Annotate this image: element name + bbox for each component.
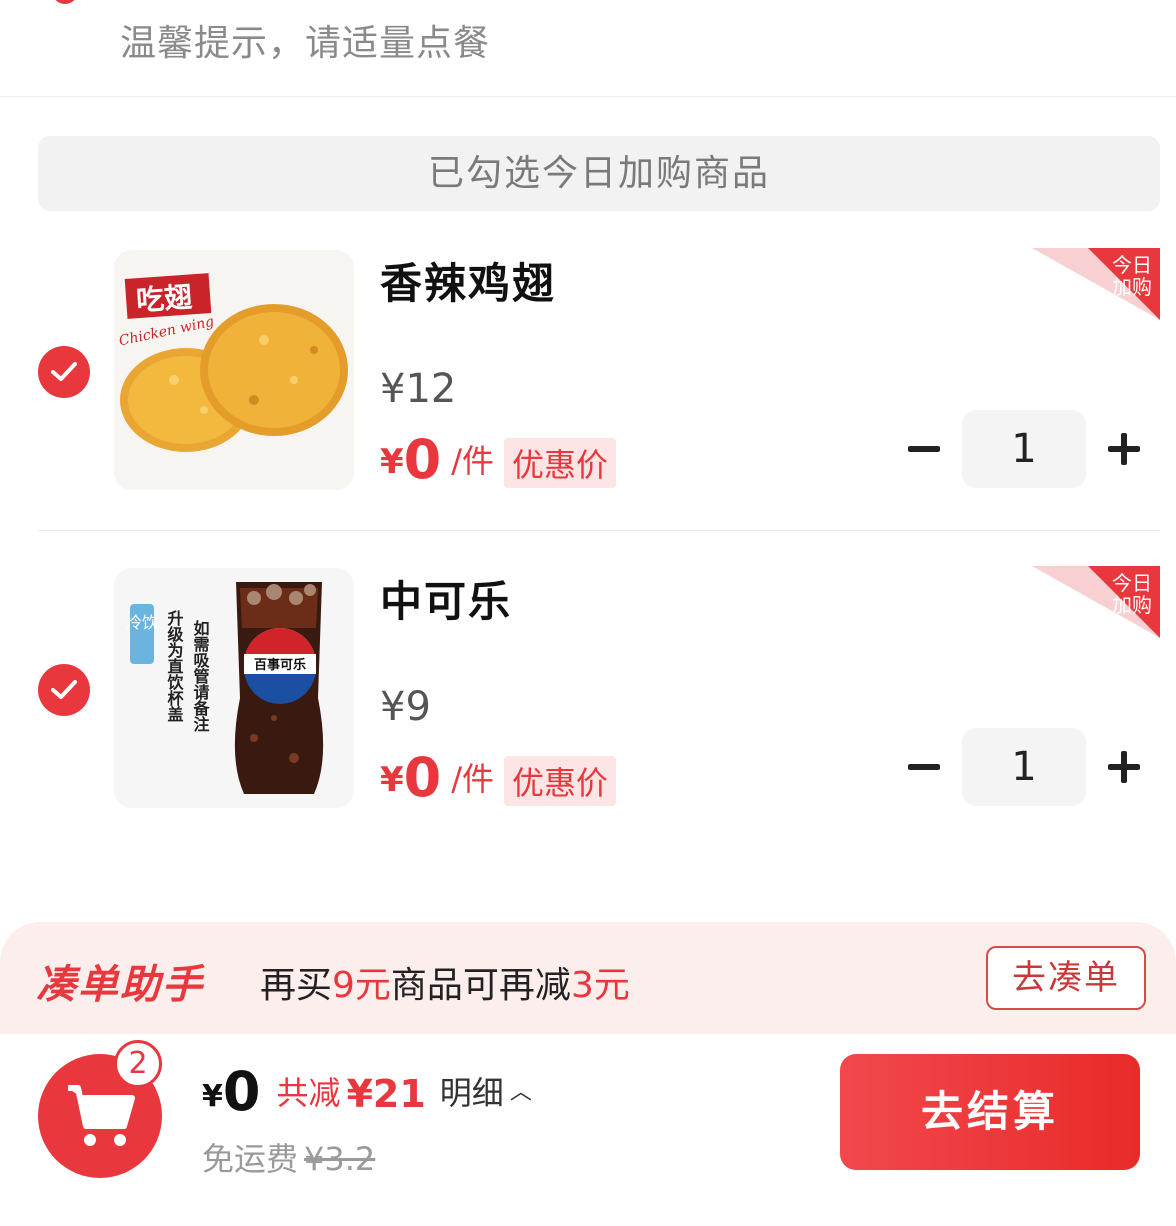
helper-msg-discount: 3元 [570, 965, 630, 1006]
cola-image: 冷饮 如需吸管请备注 升级为直饮杯盖 百事可乐 [114, 568, 354, 808]
chicken-wings-image: 吃翅 Chicken wing [114, 250, 354, 490]
image-note-2: 升级为直饮杯盖 [165, 610, 185, 722]
helper-msg-amount: 9元 [332, 965, 391, 1006]
tip-indicator [52, 0, 78, 4]
item-original-price: ¥9 [380, 684, 431, 730]
increase-button[interactable] [1102, 410, 1150, 488]
today-addon-tag: 今日 加购 [1032, 566, 1160, 638]
item-divider [38, 530, 1160, 531]
saved-label: 共减 [276, 1074, 341, 1112]
chevron-up-icon[interactable]: ︿ [510, 1074, 532, 1106]
helper-msg-middle: 商品可再减 [390, 965, 571, 1006]
item-image[interactable]: 冷饮 如需吸管请备注 升级为直饮杯盖 百事可乐 [114, 568, 354, 808]
item-original-price: ¥12 [380, 366, 457, 412]
deal-currency: ¥ [380, 442, 404, 482]
detail-toggle[interactable]: 明细 [440, 1068, 504, 1114]
quantity-value[interactable]: 1 [962, 410, 1086, 488]
deal-unit: /件 [451, 442, 495, 480]
quantity-value[interactable]: 1 [962, 728, 1086, 806]
checkout-bar: 2 ¥ 0 共减 ¥21 明细 ︿ 免运费 ¥3.2 去结算 [0, 1034, 1176, 1226]
item-image[interactable]: 吃翅 Chicken wing [114, 250, 354, 490]
total-currency: ¥ [202, 1079, 223, 1114]
increase-button[interactable] [1102, 728, 1150, 806]
item-checkbox[interactable] [38, 346, 90, 398]
deal-unit: /件 [451, 760, 495, 798]
check-icon [51, 680, 77, 699]
order-helper-bar: 凑单助手 再买9元商品可再减3元 去凑单 [0, 922, 1176, 1034]
checkout-button[interactable]: 去结算 [840, 1054, 1140, 1170]
tag-text: 今日 加购 [1112, 571, 1152, 617]
tip-text: 温馨提示，请适量点餐 [120, 23, 491, 64]
deal-currency: ¥ [380, 760, 404, 800]
image-brand: 百事可乐 [254, 657, 306, 673]
image-note-1: 如需吸管请备注 [191, 619, 211, 733]
decrease-button[interactable] [900, 728, 948, 806]
image-caption: 冷饮 [126, 613, 158, 632]
shipping-info: 免运费 ¥3.2 [202, 1134, 375, 1180]
cart-icon [68, 1085, 135, 1146]
deal-amount: 0 [403, 428, 442, 491]
check-icon [51, 362, 77, 381]
helper-logo: 凑单助手 [36, 962, 204, 1008]
quantity-stepper: 1 [900, 728, 1150, 806]
total-amount: 0 [222, 1060, 261, 1123]
discount-badge: 优惠价 [504, 756, 617, 806]
shipping-label: 免运费 [202, 1140, 299, 1178]
helper-msg-prefix: 再买 [260, 965, 333, 1006]
quantity-stepper: 1 [900, 410, 1150, 488]
cart-count-badge: 2 [114, 1040, 162, 1088]
discount-badge: 优惠价 [504, 438, 617, 488]
item-name: 香辣鸡翅 [380, 259, 557, 308]
today-addon-tag: 今日 加购 [1032, 248, 1160, 320]
helper-message: 再买9元商品可再减3元 [260, 956, 630, 1008]
tip-bar: 温馨提示，请适量点餐 [0, 0, 1176, 97]
shipping-original-fee: ¥3.2 [304, 1140, 376, 1178]
cart-item-cola: 冷饮 如需吸管请备注 升级为直饮杯盖 百事可乐 中可乐 ¥9 ¥ 0 /件 优惠… [0, 566, 1176, 826]
image-caption: 吃翅 [135, 280, 193, 317]
item-deal-price: ¥ 0 /件 优惠价 [380, 746, 617, 809]
tag-text: 今日 加购 [1112, 253, 1152, 299]
item-checkbox[interactable] [38, 664, 90, 716]
item-name: 中可乐 [380, 577, 513, 626]
add-more-button[interactable]: 去凑单 [986, 946, 1146, 1010]
decrease-button[interactable] [900, 410, 948, 488]
deal-amount: 0 [403, 746, 442, 809]
saved-amount: ¥21 [346, 1072, 426, 1116]
total-summary: ¥ 0 共减 ¥21 明细 ︿ [202, 1064, 532, 1120]
cart-item-chicken-wings: 吃翅 Chicken wing 香辣鸡翅 ¥12 ¥ 0 /件 优惠价 今日 加购… [0, 248, 1176, 508]
minus-icon [908, 764, 940, 770]
item-deal-price: ¥ 0 /件 优惠价 [380, 428, 617, 491]
section-banner: 已勾选今日加购商品 [38, 136, 1160, 211]
minus-icon [908, 446, 940, 452]
